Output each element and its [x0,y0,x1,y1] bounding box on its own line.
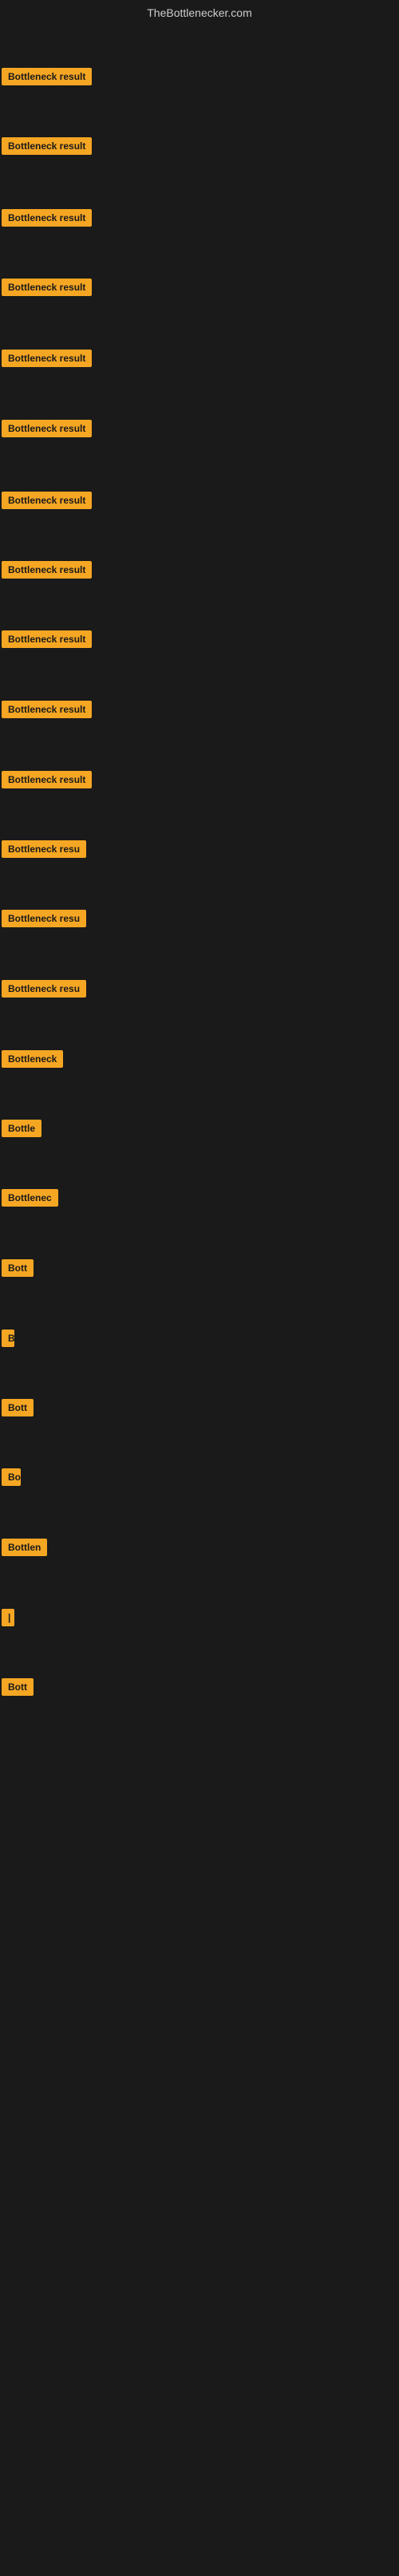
bottleneck-label-14[interactable]: Bottleneck resu [2,980,86,998]
bottleneck-label-7[interactable]: Bottleneck result [2,492,92,509]
bottleneck-label-1[interactable]: Bottleneck result [2,68,92,85]
bottleneck-label-15[interactable]: Bottleneck [2,1050,63,1068]
result-row-16: Bottle [2,1120,41,1141]
result-row-3: Bottleneck result [2,209,92,231]
bottleneck-label-2[interactable]: Bottleneck result [2,137,92,155]
site-title: TheBottlenecker.com [0,0,399,22]
result-row-5: Bottleneck result [2,350,92,371]
result-row-4: Bottleneck result [2,279,92,300]
result-row-24: Bott [2,1678,34,1700]
result-row-2: Bottleneck result [2,137,92,159]
bottleneck-label-19[interactable]: B [2,1329,14,1347]
result-row-14: Bottleneck resu [2,980,86,1002]
result-row-11: Bottleneck result [2,771,92,792]
bottleneck-label-23[interactable]: | [2,1609,14,1626]
result-row-21: Bo [2,1468,21,1490]
result-row-7: Bottleneck result [2,492,92,513]
result-row-10: Bottleneck result [2,701,92,722]
result-row-12: Bottleneck resu [2,840,86,862]
bottleneck-label-5[interactable]: Bottleneck result [2,350,92,367]
bottleneck-label-3[interactable]: Bottleneck result [2,209,92,227]
bottleneck-label-4[interactable]: Bottleneck result [2,279,92,296]
result-row-22: Bottlen [2,1539,47,1560]
bottleneck-label-18[interactable]: Bott [2,1259,34,1277]
result-row-19: B [2,1329,14,1351]
result-row-13: Bottleneck resu [2,910,86,931]
bottleneck-label-17[interactable]: Bottlenec [2,1189,58,1207]
bottleneck-label-9[interactable]: Bottleneck result [2,630,92,648]
bottleneck-label-6[interactable]: Bottleneck result [2,420,92,437]
result-row-15: Bottleneck [2,1050,63,1072]
bottleneck-label-10[interactable]: Bottleneck result [2,701,92,718]
result-row-9: Bottleneck result [2,630,92,652]
result-row-18: Bott [2,1259,34,1281]
result-row-1: Bottleneck result [2,68,92,89]
bottleneck-label-12[interactable]: Bottleneck resu [2,840,86,858]
result-row-6: Bottleneck result [2,420,92,441]
bottleneck-label-8[interactable]: Bottleneck result [2,561,92,579]
bottleneck-label-11[interactable]: Bottleneck result [2,771,92,788]
bottleneck-label-13[interactable]: Bottleneck resu [2,910,86,927]
bottleneck-label-16[interactable]: Bottle [2,1120,41,1137]
bottleneck-label-20[interactable]: Bott [2,1399,34,1416]
bottleneck-label-21[interactable]: Bo [2,1468,21,1486]
result-row-23: | [2,1609,14,1630]
bottleneck-label-22[interactable]: Bottlen [2,1539,47,1556]
result-row-17: Bottlenec [2,1189,58,1211]
result-row-20: Bott [2,1399,34,1420]
bottleneck-label-24[interactable]: Bott [2,1678,34,1696]
result-row-8: Bottleneck result [2,561,92,583]
